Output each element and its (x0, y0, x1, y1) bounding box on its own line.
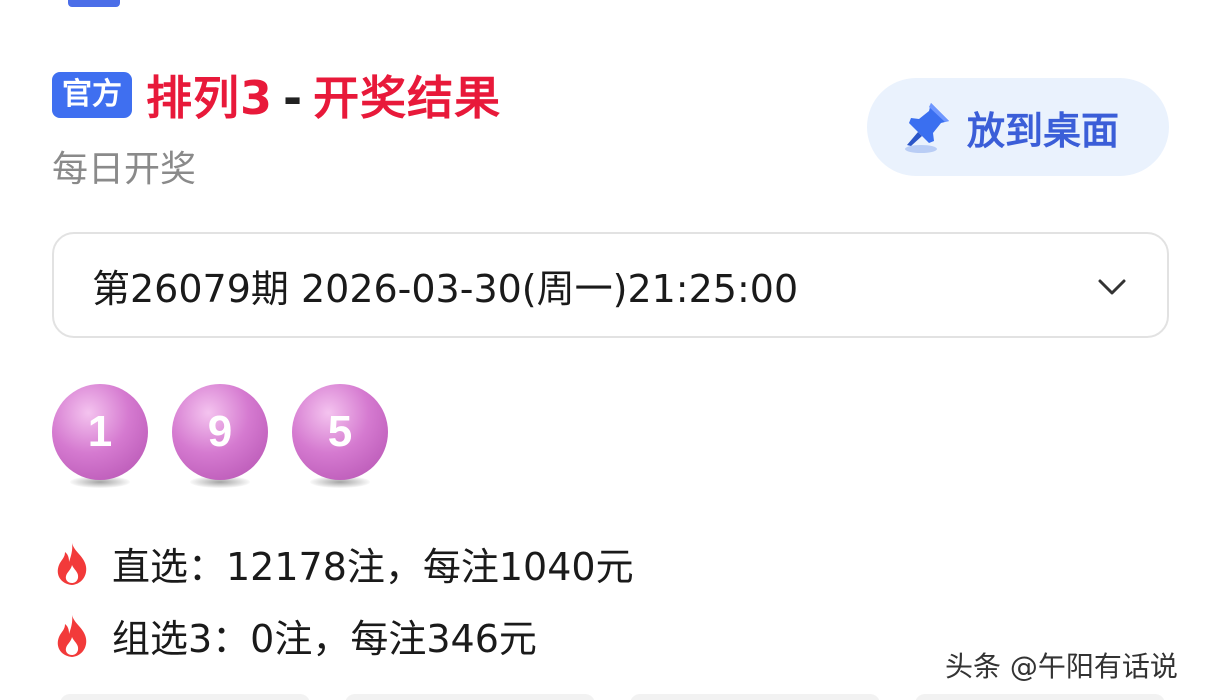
number-ball: 9 (172, 384, 268, 480)
lottery-result-page: 官方 排列3- 开奖结果 每日开奖 放到桌面 第26079期 2026-03-30… (0, 0, 1220, 700)
prize-text: 组选3：0注，每注346元 (112, 617, 537, 661)
title-game-name: 排列3 (146, 71, 274, 125)
watermark: 头条 @午阳有话说 (945, 650, 1178, 683)
add-to-desktop-button[interactable]: 放到桌面 (867, 78, 1169, 176)
flame-icon (57, 542, 87, 585)
number-ball-wrap: 9 (172, 384, 268, 494)
number-ball: 1 (52, 384, 148, 480)
flame-icon (57, 614, 87, 657)
bottom-tab-chip[interactable] (345, 694, 595, 700)
bottom-tab-chip[interactable] (915, 694, 1165, 700)
prize-row-direct: 直选：12178注，每注1040元 (52, 536, 634, 591)
add-to-desktop-label: 放到桌面 (967, 108, 1120, 153)
prize-row-group3: 组选3：0注，每注346元 (52, 608, 537, 663)
winning-numbers: 1 9 5 (52, 384, 412, 494)
chevron-down-icon (1098, 279, 1126, 295)
issue-select-value: 第26079期 2026-03-30(周一)21:25:00 (92, 266, 799, 311)
number-ball-wrap: 5 (292, 384, 388, 494)
issue-select[interactable]: 第26079期 2026-03-30(周一)21:25:00 (52, 232, 1169, 338)
bottom-tab-chip[interactable] (630, 694, 880, 700)
title-result: 开奖结果 (313, 71, 502, 125)
number-ball-wrap: 1 (52, 384, 148, 494)
tab-indicator (68, 0, 120, 7)
bottom-tab-chip[interactable] (60, 694, 310, 700)
page-title: 排列3- 开奖结果 (146, 62, 501, 128)
title-separator: - (283, 71, 304, 125)
pushpin-icon (905, 103, 949, 153)
official-badge: 官方 (52, 72, 132, 118)
page-header: 官方 排列3- 开奖结果 (52, 62, 501, 128)
number-ball: 5 (292, 384, 388, 480)
draw-frequency: 每日开奖 (52, 149, 197, 190)
prize-text: 直选：12178注，每注1040元 (112, 545, 634, 589)
